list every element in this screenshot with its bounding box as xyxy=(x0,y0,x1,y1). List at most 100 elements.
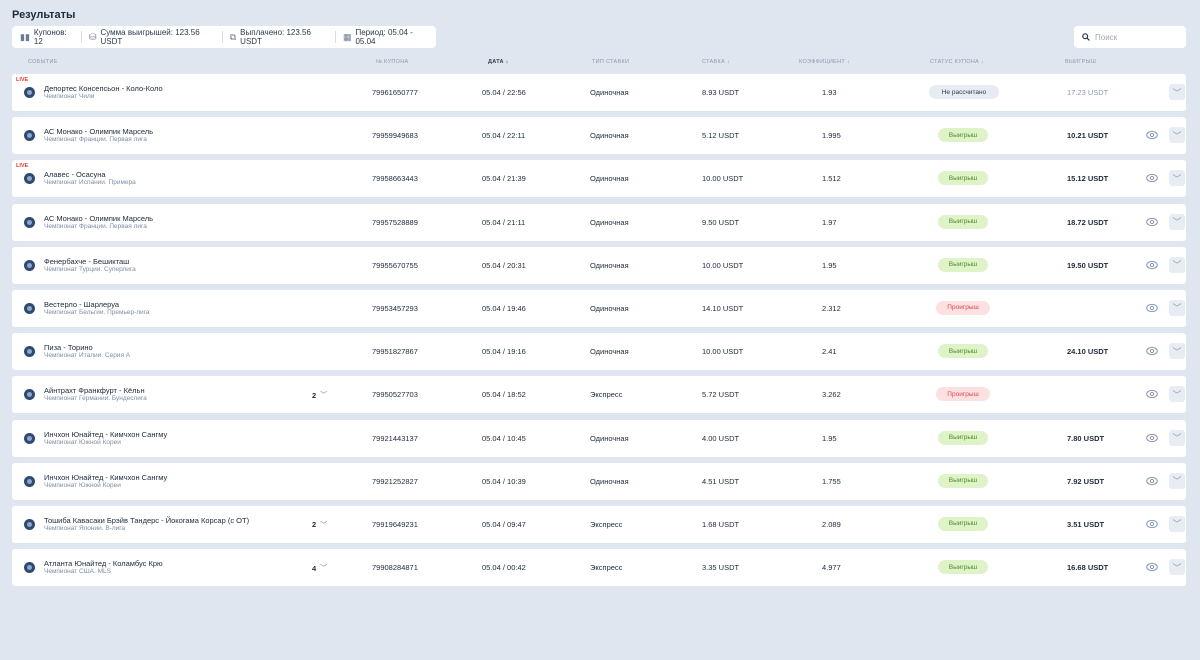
expand-button[interactable]: ﹀ xyxy=(1169,127,1185,144)
chevron-down-icon: ﹀ xyxy=(320,521,328,529)
col-status[interactable]: Статус купона ↓ xyxy=(930,59,984,65)
table-row[interactable]: Айнтрахт Франкфурт - Кёльн Чемпионат Гер… xyxy=(12,376,1186,414)
sport-ball-icon xyxy=(24,562,35,574)
eye-icon[interactable] xyxy=(1146,130,1158,140)
eye-icon[interactable] xyxy=(1146,346,1158,356)
status-badge: Проигрыш xyxy=(936,387,990,402)
eye-icon[interactable] xyxy=(1146,217,1158,227)
winnings-amount: 15.12 USDT xyxy=(1067,174,1109,184)
expand-button[interactable]: ﹀ xyxy=(1169,343,1185,360)
eye-icon[interactable] xyxy=(1146,389,1158,399)
expand-button[interactable]: ﹀ xyxy=(1169,472,1185,489)
event-league: Чемпионат Франции. Первая лига xyxy=(44,136,147,144)
table-row[interactable]: Инчхон Юнайтед - Кимчхон Сангму Чемпиона… xyxy=(12,419,1186,457)
bet-type: Экспресс xyxy=(590,563,623,573)
eye-icon[interactable] xyxy=(1146,476,1158,486)
table-row[interactable]: LIVE Депортес Консепсьон - Коло-Коло Чем… xyxy=(12,74,1186,111)
eye-icon[interactable] xyxy=(1146,562,1158,572)
search-placeholder: Поиск xyxy=(1095,32,1118,42)
arrow-down-icon: ↓ xyxy=(505,59,509,65)
results-page: Результаты ▮▮ Купонов: 12 ⛁ Сумма выигры… xyxy=(4,0,1196,660)
table-row[interactable]: Фенербахче - Бешикташ Чемпионат Турции. … xyxy=(12,246,1186,284)
event-league: Чемпионат Италии. Серия А xyxy=(44,352,131,360)
expand-button[interactable]: ﹀ xyxy=(1169,299,1185,316)
table-row[interactable]: Пиза - Торино Чемпионат Италии. Серия А … xyxy=(12,333,1186,371)
coupon-date: 05.04 / 20:31 xyxy=(482,260,526,270)
express-count-toggle[interactable]: 4 ﹀ xyxy=(312,563,327,573)
table-row[interactable]: Тошиба Кавасаки Брэйв Тандерс - Йокогама… xyxy=(12,505,1186,543)
expand-button[interactable]: ﹀ xyxy=(1169,213,1185,230)
col-date[interactable]: Дата ↓ xyxy=(488,59,509,65)
table-row[interactable]: LIVE Алавес - Осасуна Чемпионат Испании.… xyxy=(12,160,1186,198)
arrow-down-icon: ↓ xyxy=(726,59,730,65)
chevron-down-icon: ﹀ xyxy=(1172,433,1182,443)
event-league: Чемпионат Германии. Бундеслига xyxy=(44,395,147,403)
bet-type: Одиночная xyxy=(590,131,629,141)
bet-type: Одиночная xyxy=(590,260,629,270)
coupon-date: 05.04 / 10:45 xyxy=(482,433,526,443)
table-row[interactable]: Атланта Юнайтед - Коламбус Крю Чемпионат… xyxy=(12,549,1186,587)
search-input[interactable]: Поиск xyxy=(1074,26,1186,48)
period-picker[interactable]: ▦ Период: 05.04 - 05.04 xyxy=(336,28,436,46)
chevron-down-icon: ﹀ xyxy=(320,565,328,573)
coupon-number: 79958663443 xyxy=(372,174,418,184)
coins-icon: ⛁ xyxy=(88,31,97,42)
table-row[interactable]: Вестерло - Шарлеруа Чемпионат Бельгии. П… xyxy=(12,289,1186,327)
expand-button[interactable]: ﹀ xyxy=(1169,256,1185,273)
event-name: Алавес - Осасуна xyxy=(44,170,106,180)
table-row[interactable]: Инчхон Юнайтед - Кимчхон Сангму Чемпиона… xyxy=(12,462,1186,500)
event-league: Чемпионат Франции. Первая лига xyxy=(44,222,147,230)
expand-button[interactable]: ﹀ xyxy=(1169,386,1185,403)
col-coef-label: Коэффициент xyxy=(799,59,846,65)
stake-amount: 4.51 USDT xyxy=(702,476,740,486)
expand-button[interactable]: ﹀ xyxy=(1169,515,1185,532)
express-count-toggle[interactable]: 2 ﹀ xyxy=(312,520,327,530)
search-icon xyxy=(1082,33,1090,41)
status-badge: Выигрыш xyxy=(938,344,988,359)
coupon-number: 79921443137 xyxy=(372,433,418,443)
period-label: Период: 05.04 - 05.04 xyxy=(355,28,413,46)
coupon-date: 05.04 / 19:16 xyxy=(482,347,526,357)
expand-button[interactable]: ﹀ xyxy=(1169,559,1185,576)
expand-button[interactable]: ﹀ xyxy=(1169,170,1185,187)
arrow-down-icon: ↓ xyxy=(980,59,984,65)
eye-icon[interactable] xyxy=(1146,433,1158,443)
eye-icon[interactable] xyxy=(1146,173,1158,183)
sport-ball-icon xyxy=(24,432,35,444)
coefficient: 1.512 xyxy=(822,174,841,184)
col-coef[interactable]: Коэффициент ↓ xyxy=(799,59,850,65)
eye-icon[interactable] xyxy=(1146,519,1158,529)
eye-icon[interactable] xyxy=(1146,303,1158,313)
coefficient: 1.93 xyxy=(822,88,837,97)
live-badge: LIVE xyxy=(16,77,29,83)
col-stake[interactable]: Ставка ↓ xyxy=(702,59,730,65)
table-row[interactable]: АС Монако - Олимпик Марсель Чемпионат Фр… xyxy=(12,117,1186,155)
eye-icon[interactable] xyxy=(1146,260,1158,270)
summary-bar: ▮▮ Купонов: 12 ⛁ Сумма выигрышей: 123.56… xyxy=(12,26,436,48)
winnings-amount: 10.21 USDT xyxy=(1067,131,1109,141)
table-row[interactable]: АС Монако - Олимпик Марсель Чемпионат Фр… xyxy=(12,203,1186,241)
event-name: Айнтрахт Франкфурт - Кёльн xyxy=(44,386,145,396)
stake-amount: 10.00 USDT xyxy=(702,347,744,357)
chevron-down-icon: ﹀ xyxy=(1172,346,1182,357)
coefficient: 1.97 xyxy=(822,217,837,227)
chevron-down-icon: ﹀ xyxy=(1172,303,1182,314)
stake-amount: 5.72 USDT xyxy=(702,390,740,400)
expand-button[interactable]: ﹀ xyxy=(1169,429,1185,446)
event-league: Чемпионат Южной Кореи xyxy=(44,481,121,489)
express-count-toggle[interactable]: 2 ﹀ xyxy=(312,390,327,400)
bet-type: Одиночная xyxy=(590,433,629,443)
col-coupon-number: № купона xyxy=(376,59,409,65)
event-name: Пиза - Торино xyxy=(44,343,93,353)
status-badge: Выигрыш xyxy=(938,257,988,272)
event-league: Чемпионат Турции. Суперлига xyxy=(44,265,136,273)
expand-button[interactable]: ﹀ xyxy=(1169,84,1185,100)
coupon-number: 79957528889 xyxy=(372,217,418,227)
winnings-sum: ⛁ Сумма выигрышей: 123.56 USDT xyxy=(82,28,222,46)
express-count: 4 xyxy=(312,563,317,573)
coefficient: 1.755 xyxy=(822,476,841,486)
coupon-number: 79951827867 xyxy=(372,347,418,357)
table-header: Событие № купона Дата ↓ Тип ставки Ставк… xyxy=(12,56,1186,70)
event-name: АС Монако - Олимпик Марсель xyxy=(44,127,154,137)
sport-ball-icon xyxy=(24,130,35,142)
